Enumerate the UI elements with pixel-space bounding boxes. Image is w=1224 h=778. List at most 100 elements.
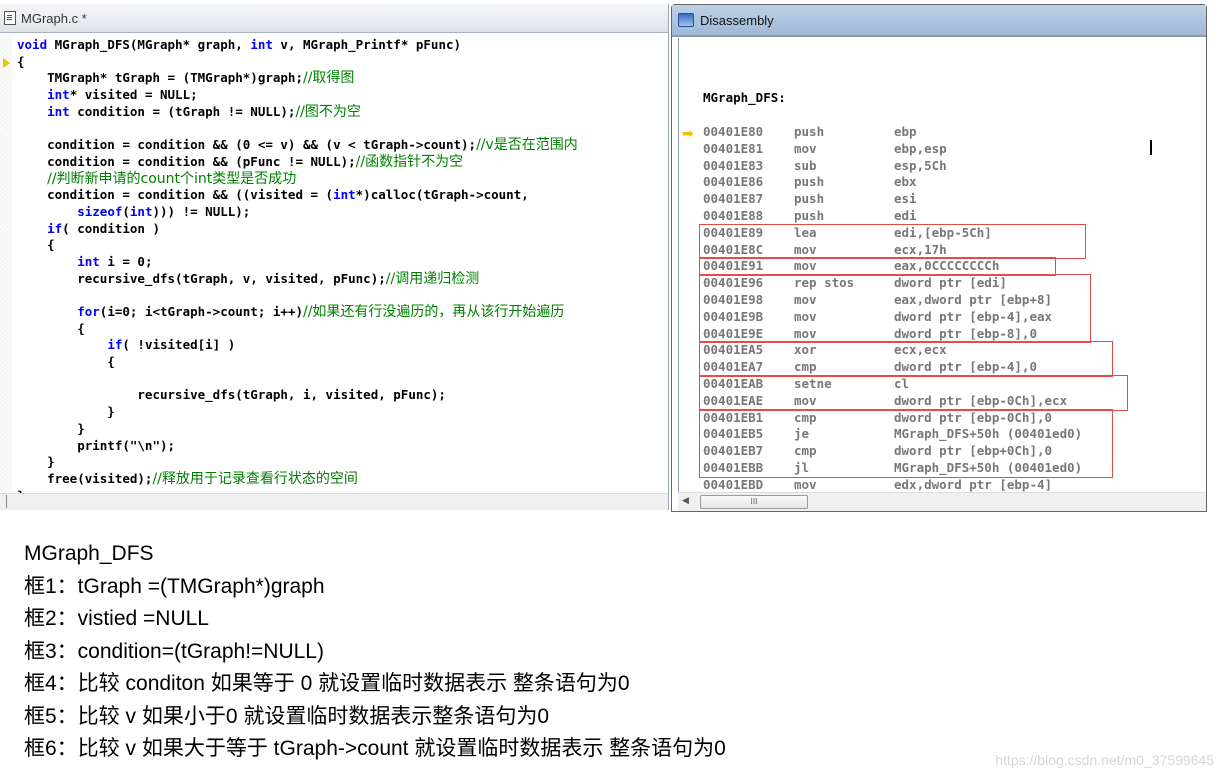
highlight-box-4 <box>699 341 1113 377</box>
code-line[interactable]: condition = condition && (pFunc != NULL)… <box>17 154 578 171</box>
note-item: 框2：vistied =NULL <box>24 607 209 630</box>
code-text: condition = (tGraph != NULL); <box>69 103 296 119</box>
editor-horizontal-scrollbar[interactable] <box>0 493 668 510</box>
code-line[interactable]: int* visited = NULL; <box>17 87 578 104</box>
code-line[interactable]: condition = condition && ((visited = (in… <box>17 187 578 204</box>
instruction-address: 00401E87 <box>703 191 764 207</box>
instruction-row[interactable]: ➡ 00401E80 push ebp <box>679 124 917 142</box>
code-text: { <box>17 53 25 69</box>
code-comment: //如果还有行没遍历的，再从该行开始遍历 <box>303 304 565 320</box>
code-line[interactable]: } <box>17 404 578 421</box>
code-line[interactable]: int condition = (tGraph != NULL);//图不为空 <box>17 104 578 121</box>
highlight-box-5 <box>699 375 1128 411</box>
code-text: printf("\n"); <box>17 437 176 453</box>
notes-heading: MGraph_DFS <box>24 542 154 565</box>
instruction-opcode: push <box>794 123 825 139</box>
code-text: } <box>17 404 115 420</box>
editor-gutter <box>0 34 12 494</box>
instruction-row[interactable]: 00401E88 push edi <box>679 208 917 225</box>
disassembly-listing[interactable]: MGraph_DFS: ➡ 00401E80 push ebp 00401E81 mov e… <box>678 38 1206 493</box>
instruction-row[interactable]: 00401E81 mov ebp,esp <box>679 141 947 158</box>
code-line[interactable]: { <box>17 321 578 338</box>
code-line[interactable]: recursive_dfs(tGraph, i, visited, pFunc)… <box>17 387 578 404</box>
code-line[interactable] <box>17 120 578 137</box>
code-text: recursive_dfs(tGraph, i, visited, pFunc)… <box>17 387 446 403</box>
instruction-opcode: push <box>794 207 825 223</box>
editor-scroll-thumb[interactable] <box>6 495 47 508</box>
code-keyword: if <box>47 220 63 236</box>
code-line[interactable]: TMGraph* tGraph = (TMGraph*)graph;//取得图 <box>17 70 578 87</box>
code-comment: //释放用于记录查看行状态的空间 <box>152 470 358 487</box>
text-caret <box>1150 140 1152 155</box>
code-keyword: int <box>129 203 153 219</box>
code-comment: //取得图 <box>302 70 355 87</box>
code-keyword: int <box>250 37 273 52</box>
disassembly-window-icon <box>678 13 694 27</box>
instruction-row[interactable]: 00401E83 sub esp,5Ch <box>679 158 947 175</box>
code-line[interactable]: int i = 0; <box>17 254 578 271</box>
function-label-row: MGraph_DFS: <box>679 74 786 105</box>
note-item: 框3：condition=(tGraph!=NULL) <box>24 639 324 663</box>
code-line[interactable]: printf("\n"); <box>17 438 578 455</box>
code-line[interactable]: for(i=0; i<tGraph->count; i++)//如果还有行没遍历… <box>17 304 578 321</box>
instruction-opcode: push <box>794 191 825 207</box>
code-line[interactable]: condition = condition && (0 <= v) && (v … <box>17 137 578 154</box>
code-line[interactable]: } <box>17 421 578 438</box>
code-line[interactable]: void MGraph_DFS(MGraph* graph, int v, MG… <box>17 37 578 54</box>
code-line[interactable]: { <box>17 237 578 254</box>
code-area[interactable]: void MGraph_DFS(MGraph* graph, int v, MG… <box>0 34 668 503</box>
instruction-address: 00401EBD <box>703 476 764 492</box>
code-line[interactable]: } <box>17 454 578 471</box>
instruction-operands: edi <box>894 207 917 223</box>
note-item: 框6：比较 v 如果大于等于 tGraph->count 就设置临时数据表示 整… <box>24 737 726 760</box>
code-text: free(visited); <box>17 470 153 486</box>
code-line[interactable]: if( !visited[i] ) <box>17 337 578 354</box>
disassembly-horizontal-scrollbar[interactable]: ◀ III <box>678 492 1206 511</box>
code-line[interactable]: free(visited);//释放用于记录查看行状态的空间 <box>17 471 578 488</box>
highlight-box-1 <box>699 223 1086 260</box>
code-line[interactable]: sizeof(int))) != NULL); <box>17 204 578 221</box>
editor-tab[interactable]: MGraph.c * <box>0 4 668 33</box>
instruction-opcode: push <box>794 174 825 190</box>
code-comment: //判断新申请的count个int类型是否成功 <box>47 170 297 187</box>
instruction-operands: ebx <box>894 174 917 190</box>
instruction-operands: ebp <box>894 123 917 139</box>
code-line[interactable]: recursive_dfs(tGraph, v, visited, pFunc)… <box>17 271 578 288</box>
code-text: ( !visited[i] ) <box>122 337 236 353</box>
source-code[interactable]: void MGraph_DFS(MGraph* graph, int v, MG… <box>17 37 578 504</box>
code-comment: //函数指针不为空 <box>355 153 464 170</box>
instruction-row[interactable]: 00401E86 push ebx <box>679 174 917 191</box>
code-text: * visited = NULL; <box>69 87 198 103</box>
code-line[interactable]: { <box>17 54 578 71</box>
highlight-box-6 <box>699 408 1113 478</box>
instruction-opcode: mov <box>794 476 817 492</box>
code-line[interactable] <box>17 371 578 388</box>
disassembly-titlebar[interactable]: Disassembly <box>672 5 1206 37</box>
code-keyword: for <box>77 304 100 319</box>
annotation-notes: MGraph_DFS 框1：tGraph =(TMGraph*)graph 框2：v… <box>24 538 726 766</box>
file-icon <box>4 11 16 25</box>
highlight-box-3 <box>699 274 1091 344</box>
note-item: 框5：比较 v 如果小于0 就设置临时数据表示整条语句为0 <box>24 704 550 728</box>
source-editor-window: MGraph.c * void MGraph_DFS(MGraph* graph… <box>0 4 669 510</box>
code-keyword: void <box>17 37 48 52</box>
code-text: condition = condition && (0 <= v) && (v … <box>17 137 477 153</box>
code-text: i = 0; <box>99 253 153 269</box>
code-line[interactable]: //判断新申请的count个int类型是否成功 <box>17 171 578 188</box>
code-keyword: int <box>47 87 70 103</box>
instruction-address: 00401E80 <box>703 123 764 139</box>
disassembly-scroll-thumb[interactable]: III <box>700 495 808 509</box>
code-line[interactable]: { <box>17 354 578 371</box>
code-text: v, MGraph_Printf* pFunc) <box>272 37 462 52</box>
scroll-left-arrow-icon[interactable]: ◀ <box>682 496 689 506</box>
instruction-row[interactable]: 00401EBD mov edx,dword ptr [ebp-4] <box>679 477 1052 493</box>
instruction-row[interactable]: 00401E87 push esi <box>679 191 917 208</box>
code-line[interactable]: if( condition ) <box>17 221 578 238</box>
code-line[interactable] <box>17 287 578 304</box>
code-comment: //图不为空 <box>295 103 361 120</box>
